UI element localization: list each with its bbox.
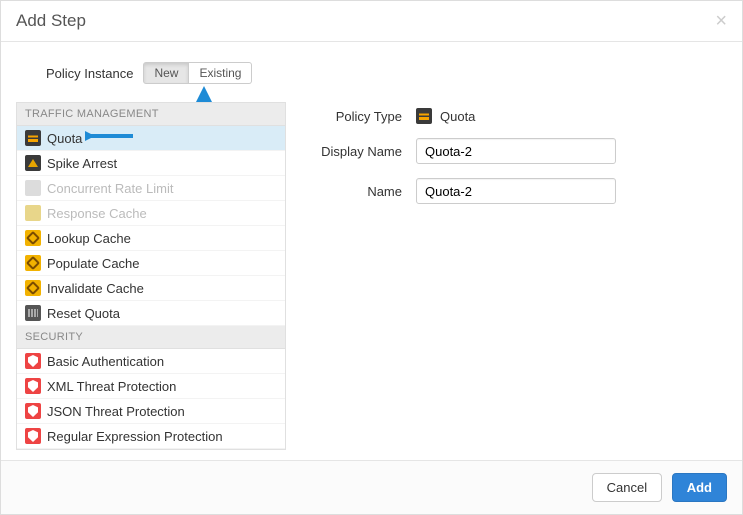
shield-icon: [25, 378, 41, 394]
policy-json-threat[interactable]: JSON Threat Protection: [17, 399, 285, 424]
modal-title: Add Step: [16, 11, 86, 31]
policy-instance-row: Policy Instance New Existing: [46, 62, 727, 84]
shield-icon: [25, 403, 41, 419]
label-policy-type: Policy Type: [306, 109, 416, 124]
policy-list[interactable]: TRAFFIC MANAGEMENT Quota Spike Arrest: [16, 102, 286, 450]
policy-form: Policy Type Quota Display Name Name: [306, 102, 727, 450]
policy-label: Quota: [47, 131, 82, 146]
instance-toggle-group: New Existing: [143, 62, 252, 84]
policy-label: Lookup Cache: [47, 231, 131, 246]
annotation-arrow-quota-icon: [85, 124, 135, 148]
policy-populate-cache[interactable]: Populate Cache: [17, 251, 285, 276]
policy-label: Basic Authentication: [47, 354, 164, 369]
populate-cache-icon: [25, 255, 41, 271]
policy-label: Spike Arrest: [47, 156, 117, 171]
instance-new-button[interactable]: New: [143, 62, 189, 84]
policy-label: XML Threat Protection: [47, 379, 176, 394]
policy-basic-auth[interactable]: Basic Authentication: [17, 349, 285, 374]
quota-icon: [416, 108, 432, 124]
invalidate-cache-icon: [25, 280, 41, 296]
quota-icon: [25, 130, 41, 146]
policy-spike-arrest[interactable]: Spike Arrest: [17, 151, 285, 176]
response-cache-icon: [25, 205, 41, 221]
name-input[interactable]: [416, 178, 616, 204]
policy-regex-protection[interactable]: Regular Expression Protection: [17, 424, 285, 449]
policy-label: JSON Threat Protection: [47, 404, 185, 419]
policy-response-cache: Response Cache: [17, 201, 285, 226]
policy-reset-quota[interactable]: Reset Quota: [17, 301, 285, 326]
row-name: Name: [306, 178, 727, 204]
close-icon[interactable]: ×: [715, 11, 727, 31]
policy-label: Populate Cache: [47, 256, 140, 271]
row-display-name: Display Name: [306, 138, 727, 164]
value-policy-type: Quota: [416, 108, 475, 124]
add-button[interactable]: Add: [672, 473, 727, 502]
label-name: Name: [306, 184, 416, 199]
policy-lookup-cache[interactable]: Lookup Cache: [17, 226, 285, 251]
category-traffic-header: TRAFFIC MANAGEMENT: [17, 103, 285, 126]
display-name-input[interactable]: [416, 138, 616, 164]
policy-label: Regular Expression Protection: [47, 429, 223, 444]
policy-invalidate-cache[interactable]: Invalidate Cache: [17, 276, 285, 301]
policy-label: Response Cache: [47, 206, 147, 221]
body-columns: TRAFFIC MANAGEMENT Quota Spike Arrest: [16, 102, 727, 450]
add-step-modal: Add Step × Policy Instance New Existing …: [0, 0, 743, 515]
policy-quota[interactable]: Quota: [17, 126, 285, 151]
policy-concurrent-rate-limit: Concurrent Rate Limit: [17, 176, 285, 201]
policy-instance-label: Policy Instance: [46, 66, 133, 81]
policy-xml-threat[interactable]: XML Threat Protection: [17, 374, 285, 399]
shield-icon: [25, 353, 41, 369]
spike-icon: [25, 155, 41, 171]
policy-label: Invalidate Cache: [47, 281, 144, 296]
cancel-button[interactable]: Cancel: [592, 473, 662, 502]
reset-quota-icon: [25, 305, 41, 321]
label-display-name: Display Name: [306, 144, 416, 159]
modal-body: Policy Instance New Existing TRAFFIC MAN…: [1, 42, 742, 460]
policy-label: Reset Quota: [47, 306, 120, 321]
row-policy-type: Policy Type Quota: [306, 108, 727, 124]
policy-type-text: Quota: [440, 109, 475, 124]
lookup-cache-icon: [25, 230, 41, 246]
modal-header: Add Step ×: [1, 1, 742, 42]
policy-label: Concurrent Rate Limit: [47, 181, 173, 196]
shield-icon: [25, 428, 41, 444]
modal-footer: Cancel Add: [1, 460, 742, 514]
instance-existing-button[interactable]: Existing: [189, 62, 252, 84]
rate-icon: [25, 180, 41, 196]
category-security-header: SECURITY: [17, 326, 285, 349]
